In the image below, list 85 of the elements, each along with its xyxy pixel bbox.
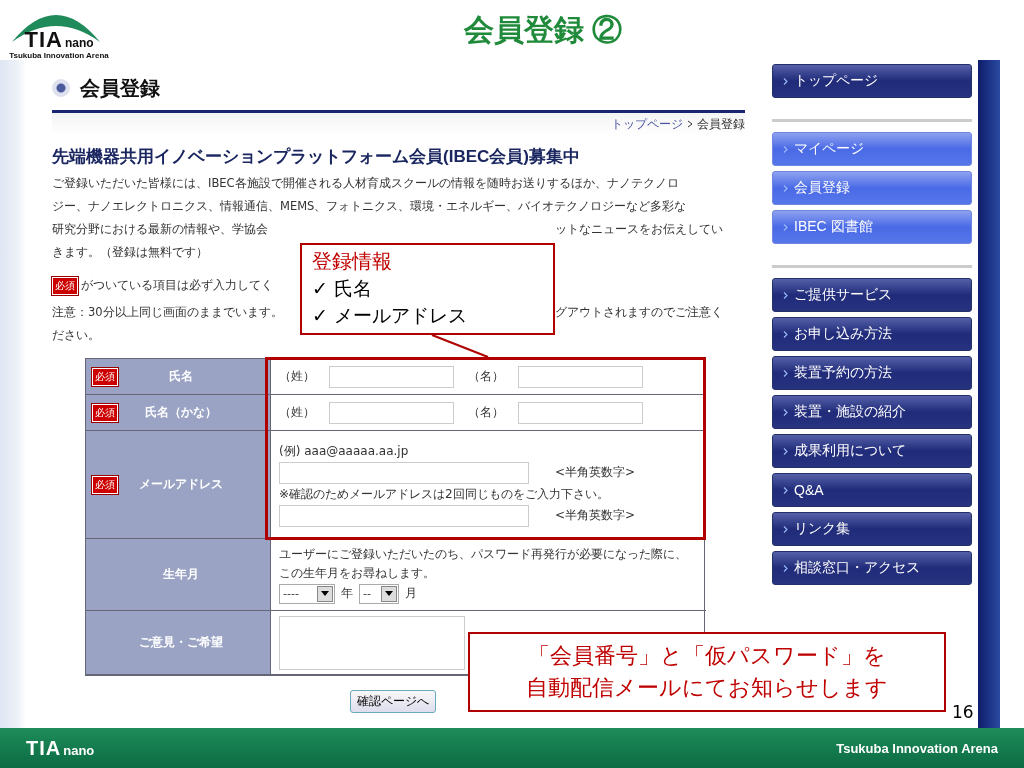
note-text: ユーザーにご登録いただいたのち、パスワード再発行が必要になった際に、	[279, 545, 688, 563]
input-field[interactable]	[329, 401, 454, 424]
note-text: ※確認のためメールアドレスは2回同じものをご入力下さい。	[279, 485, 610, 503]
hint-text: <半角英数字>	[555, 507, 636, 524]
field-label: （名）	[468, 368, 504, 385]
nav-button[interactable]: Q&A	[772, 473, 972, 507]
input-field[interactable]	[518, 401, 643, 424]
input-field[interactable]	[279, 504, 529, 527]
example-text: (例) aaa@aaaaa.aa.jp	[279, 442, 410, 460]
intro-text: 注意：30分以上同じ画面のままでいます。	[52, 305, 284, 320]
hint-text: <半角英数字>	[555, 464, 636, 481]
required-badge: 必須	[92, 367, 118, 386]
nav-button[interactable]: リンク集	[772, 512, 972, 546]
logo-sub: nano	[63, 744, 95, 757]
nav-button[interactable]: IBEC 図書館	[772, 210, 972, 244]
logo-tagline: Tsukuba Innovation Arena	[9, 51, 109, 60]
field-heading: 氏名	[167, 368, 194, 385]
page-number: 16	[952, 702, 974, 722]
caret-icon	[317, 585, 333, 602]
nav-button[interactable]: マイページ	[772, 132, 972, 166]
chevron-icon	[783, 77, 788, 85]
required-badge: 必須	[92, 403, 118, 422]
nav-button[interactable]: 装置・施設の紹介	[772, 395, 972, 429]
intro-text: ご登録いただいた皆様には、IBEC各施設で開催される人材育成スクールの情報を随時お送りするほか、ナノテクノロ	[52, 176, 679, 191]
chevron-icon	[687, 120, 693, 128]
field-heading: 氏名（かな）	[143, 404, 218, 421]
intro-text: 研究分野における最新の情報や、学協会	[52, 222, 269, 237]
field-heading: ご意見・ご希望	[138, 634, 224, 651]
submit-button[interactable]: 確認ページへ	[350, 690, 436, 713]
intro-text: ットなニュースをお伝えしてい	[555, 222, 723, 237]
nav-button[interactable]: 会員登録	[772, 171, 972, 205]
footer-tagline: Tsukuba Innovation Arena	[836, 740, 998, 756]
callout-text: 「会員番号」と「仮パスワード」を	[528, 642, 886, 670]
chevron-icon	[783, 369, 788, 377]
callout-item: ✓ メールアドレス	[312, 303, 468, 328]
chevron-icon	[783, 184, 788, 192]
required-badge: 必須	[52, 276, 78, 295]
nav-button[interactable]: トップページ	[772, 64, 972, 98]
unit-text: 年	[341, 585, 353, 602]
note-text: この生年月をお尋ねします。	[279, 564, 436, 582]
intro-text: ださい。	[52, 328, 100, 343]
breadcrumb-link[interactable]: トップページ	[611, 115, 683, 133]
input-field[interactable]	[329, 365, 454, 388]
page-heading: 会員登録	[80, 75, 160, 101]
nav-button[interactable]: ご提供サービス	[772, 278, 972, 312]
bullet-icon	[52, 79, 70, 97]
field-label: （姓）	[279, 368, 315, 385]
chevron-icon	[783, 525, 788, 533]
nav-button[interactable]: 成果利用について	[772, 434, 972, 468]
logo-mark: TIA	[24, 29, 63, 51]
chevron-icon	[783, 447, 788, 455]
breadcrumb-current: 会員登録	[697, 115, 745, 133]
unit-text: 月	[405, 585, 417, 602]
year-select[interactable]: ----	[279, 583, 335, 604]
callout-item: ✓ 氏名	[312, 276, 373, 301]
nav-button[interactable]: 装置予約の方法	[772, 356, 972, 390]
caret-icon	[381, 585, 397, 602]
field-heading: 生年月	[162, 566, 200, 583]
field-label: （姓）	[279, 404, 315, 421]
chevron-icon	[783, 145, 788, 153]
slide-title: 会員登録 ②	[464, 11, 623, 48]
intro-text: きます。（登録は無料です）	[52, 245, 208, 260]
required-note: がついている項目は必ず入力してく	[81, 278, 273, 293]
chevron-icon	[783, 564, 788, 572]
logo-mark: TIA	[26, 738, 62, 758]
callout-title: 登録情報	[312, 248, 393, 275]
section-title: 先端機器共用イノベーションプラットフォーム会員(IBEC会員)募集中	[52, 146, 581, 168]
nav-button[interactable]: 相談窓口・アクセス	[772, 551, 972, 585]
comment-field[interactable]	[279, 615, 465, 670]
chevron-icon	[783, 223, 788, 231]
field-label: （名）	[468, 404, 504, 421]
chevron-icon	[783, 330, 788, 338]
field-heading: メールアドレス	[137, 476, 224, 493]
required-badge: 必須	[92, 475, 118, 494]
month-select[interactable]: --	[359, 583, 399, 604]
callout-text: 自動配信メールにてお知らせします	[526, 674, 888, 702]
input-field[interactable]	[518, 365, 643, 388]
logo-sub: nano	[64, 37, 94, 49]
chevron-icon	[783, 291, 788, 299]
intro-text: ジー、ナノエレクトロニクス、情報通信、MEMS、フォトニクス、環境・エネルギー、バイオテクノロジーなど多彩な	[52, 199, 687, 214]
nav-button[interactable]: お申し込み方法	[772, 317, 972, 351]
chevron-icon	[783, 408, 788, 416]
chevron-icon	[783, 486, 788, 494]
intro-text: グアウトされますのでご注意く	[555, 305, 723, 320]
input-field[interactable]	[279, 461, 529, 484]
